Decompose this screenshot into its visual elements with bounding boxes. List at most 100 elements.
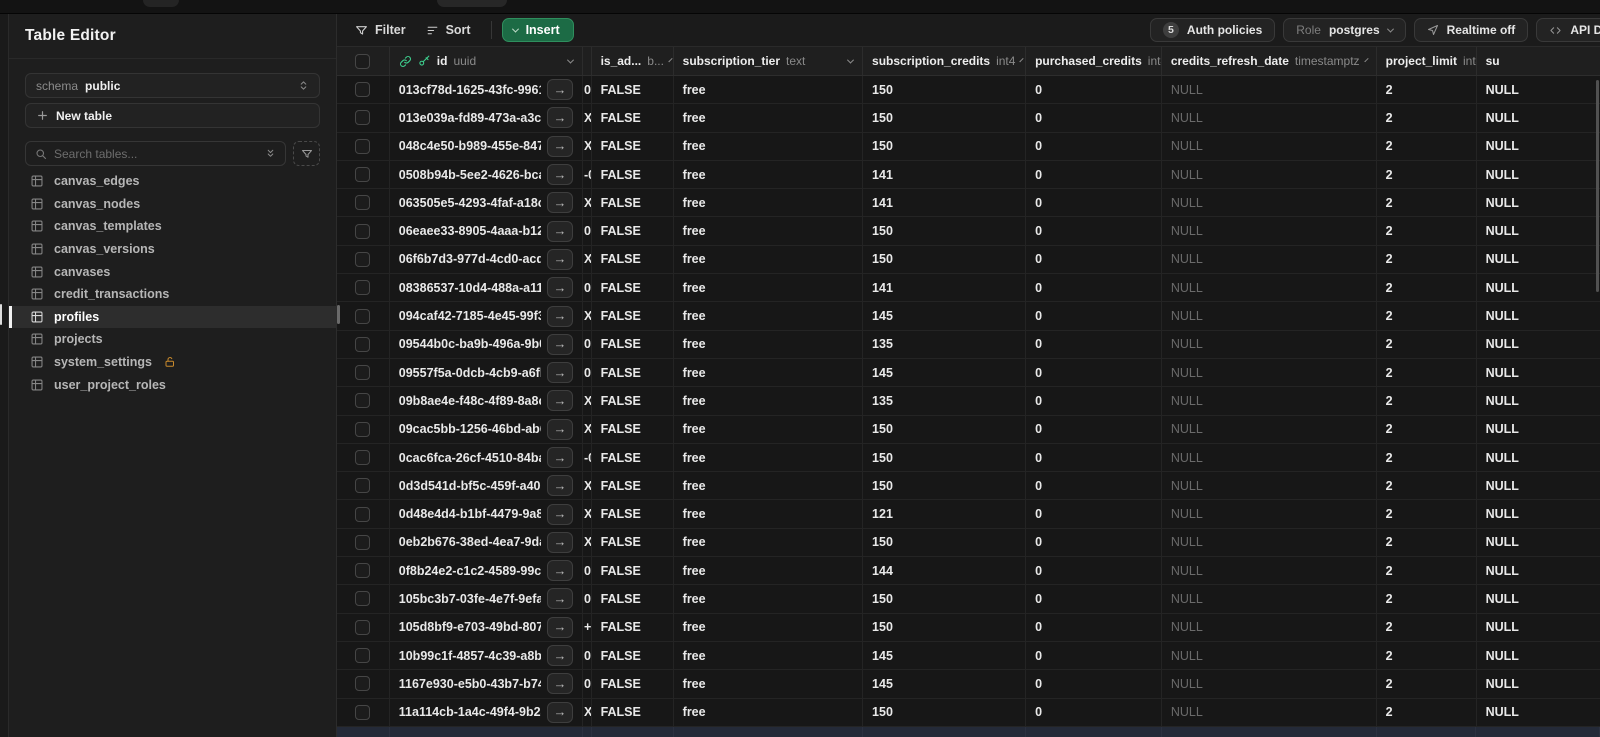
cell-project-limit[interactable]: 2 xyxy=(1377,557,1477,585)
cell-id[interactable]: 0508b94b-5ee2-4626-bca1-4bca... → xyxy=(390,160,583,189)
expand-row-button[interactable]: → xyxy=(546,616,573,638)
cell-id[interactable]: 08386537-10d4-488a-a11e-eb5a6... → xyxy=(390,274,583,302)
cell-clipped-extra[interactable]: NULL xyxy=(1477,614,1600,641)
sidebar-table-item[interactable]: canvas_nodes xyxy=(9,193,336,216)
cell-project-limit[interactable]: 2 xyxy=(1377,132,1477,160)
cell-project-limit[interactable]: 2 xyxy=(1377,274,1477,302)
cell-clipped-extra[interactable]: NULL xyxy=(1477,670,1600,697)
row-checkbox[interactable] xyxy=(355,676,371,692)
cell-subscription-tier[interactable]: free xyxy=(674,415,864,443)
cell-credits-refresh-date[interactable]: NULL xyxy=(1162,189,1377,217)
row-checkbox[interactable] xyxy=(355,251,371,267)
cell-subscription-tier[interactable]: free xyxy=(674,330,864,358)
cell-clipped-extra[interactable]: NULL xyxy=(1477,472,1600,499)
cell-credits-refresh-date[interactable]: NULL xyxy=(1162,472,1377,500)
column-header-credits-refresh-date[interactable]: credits_refresh_date timestamptz xyxy=(1162,47,1377,75)
cell-id[interactable]: 063505e5-4293-4faf-a18c-0e65b... → xyxy=(390,189,583,217)
cell-purchased-credits[interactable]: 0 xyxy=(1026,557,1162,585)
sidebar-table-item[interactable]: system_settings xyxy=(9,351,336,374)
cell-subscription-tier[interactable]: free xyxy=(674,670,864,698)
cell-subscription-tier[interactable]: free xyxy=(674,160,864,189)
cell-collapsed[interactable]: 0 xyxy=(583,641,592,670)
row-checkbox[interactable] xyxy=(355,336,371,352)
search-tables-input[interactable]: Search tables... xyxy=(25,141,286,166)
row-checkbox[interactable] xyxy=(355,704,371,720)
cell-id[interactable]: 09557f5a-0dcb-4cb9-a6fb-fff366... → xyxy=(390,358,583,387)
cell-purchased-credits[interactable]: 0 xyxy=(1026,358,1162,387)
chevron-down-icon[interactable] xyxy=(566,56,574,64)
cell-project-limit[interactable]: 2 xyxy=(1377,217,1477,245)
sidebar-table-item[interactable]: canvas_templates xyxy=(9,215,336,238)
cell-id[interactable]: 013cf78d-1625-43fc-9961-442189... → xyxy=(390,76,583,104)
cell-subscription-tier[interactable]: free xyxy=(674,217,864,245)
cell-is-admin[interactable]: FALSE xyxy=(592,472,674,500)
expand-row-button[interactable]: → xyxy=(546,645,573,667)
cell-clipped-extra[interactable]: NULL xyxy=(1477,331,1600,358)
cell-collapsed[interactable]: X xyxy=(583,528,592,557)
sidebar-table-item[interactable]: canvas_edges xyxy=(9,170,336,193)
cell-credits-refresh-date[interactable]: NULL xyxy=(1162,415,1377,443)
cell-id[interactable]: 094caf42-7185-4e45-99f3-14abee... → xyxy=(390,302,583,330)
cell-collapsed[interactable]: X xyxy=(583,189,592,217)
cell-is-admin[interactable]: FALSE xyxy=(592,104,674,132)
cell-project-limit[interactable]: 2 xyxy=(1377,330,1477,358)
cell-collapsed[interactable]: 0( xyxy=(583,557,592,585)
cell-id[interactable]: 11a114cb-1a4c-49f4-9b28-52219ec... → xyxy=(390,698,583,726)
sidebar-table-item[interactable]: canvases xyxy=(9,260,336,283)
row-checkbox[interactable] xyxy=(355,308,371,324)
expand-row-button[interactable]: → xyxy=(546,164,573,186)
cell-is-admin[interactable]: FALSE xyxy=(592,132,674,160)
cell-is-admin[interactable]: FALSE xyxy=(592,217,674,245)
cell-is-admin[interactable]: FALSE xyxy=(592,274,674,302)
cell-purchased-credits[interactable]: 0 xyxy=(1026,641,1162,670)
column-header-is-admin[interactable]: is_ad... b... xyxy=(592,47,674,75)
cell-collapsed[interactable]: 0 xyxy=(583,274,592,302)
cell-subscription-credits[interactable]: 150 xyxy=(863,613,1027,641)
row-checkbox[interactable] xyxy=(355,421,371,437)
cell-collapsed[interactable]: X xyxy=(583,472,592,500)
row-checkbox[interactable] xyxy=(355,619,371,635)
cell-collapsed[interactable]: X xyxy=(583,245,592,274)
cell-clipped-extra[interactable]: NULL xyxy=(1477,274,1600,301)
sidebar-table-item[interactable]: profiles xyxy=(9,305,336,329)
cell-subscription-tier[interactable]: free xyxy=(674,358,864,387)
cell-purchased-credits[interactable]: 0 xyxy=(1026,189,1162,217)
cell-id[interactable]: 09cac5bb-1256-46bd-ab60-64ed... → xyxy=(390,415,583,443)
cell-project-limit[interactable]: 2 xyxy=(1377,245,1477,274)
cell-purchased-credits[interactable]: 0 xyxy=(1026,330,1162,358)
expand-row-button[interactable]: → xyxy=(546,305,573,327)
cell-subscription-tier[interactable]: free xyxy=(674,585,864,613)
expand-row-button[interactable]: → xyxy=(546,362,573,384)
sidebar-table-item[interactable]: user_project_roles xyxy=(9,373,336,396)
cell-purchased-credits[interactable]: 0 xyxy=(1026,500,1162,528)
cell-credits-refresh-date[interactable]: NULL xyxy=(1162,358,1377,387)
cell-project-limit[interactable]: 2 xyxy=(1377,670,1477,698)
cell-is-admin[interactable]: FALSE xyxy=(592,76,674,104)
cell-id[interactable]: 10b99c1f-4857-4c39-a8b1-263b8... → xyxy=(390,641,583,670)
cell-clipped-extra[interactable]: NULL xyxy=(1477,161,1600,188)
cell-is-admin[interactable]: FALSE xyxy=(592,613,674,641)
expand-row-button[interactable]: → xyxy=(546,390,573,412)
cell-clipped-extra[interactable]: NULL xyxy=(1477,500,1600,527)
chevron-down-icon[interactable] xyxy=(1019,57,1025,62)
cell-subscription-tier[interactable]: free xyxy=(674,613,864,641)
cell-clipped-extra[interactable]: NULL xyxy=(1477,76,1600,103)
cell-purchased-credits[interactable]: 0 xyxy=(1026,585,1162,613)
cell-is-admin[interactable]: FALSE xyxy=(592,670,674,698)
api-docs-button[interactable]: API Docs xyxy=(1536,18,1600,42)
cell-clipped-extra[interactable]: NULL xyxy=(1477,585,1600,612)
sidebar-table-item[interactable]: projects xyxy=(9,328,336,351)
cell-collapsed[interactable]: 0( xyxy=(583,670,592,698)
cell-project-limit[interactable]: 2 xyxy=(1377,641,1477,670)
row-checkbox[interactable] xyxy=(355,280,371,296)
cell-id[interactable]: 105d8bf9-e703-49bd-807d-645e... → xyxy=(390,613,583,641)
cell-is-admin[interactable]: FALSE xyxy=(592,641,674,670)
cell-id[interactable]: 06f6b7d3-977d-4cd0-acd4-4a78... → xyxy=(390,245,583,274)
column-header-id[interactable]: id uuid xyxy=(390,47,583,75)
cell-subscription-tier[interactable]: free xyxy=(674,528,864,557)
cell-subscription-credits[interactable]: 150 xyxy=(863,217,1027,245)
cell-subscription-credits[interactable]: 141 xyxy=(863,189,1027,217)
cell-subscription-tier[interactable]: free xyxy=(674,274,864,302)
cell-id[interactable]: 105bc3b7-03fe-4e7f-9efa-21bb40... → xyxy=(390,585,583,613)
cell-is-admin[interactable]: FALSE xyxy=(592,245,674,274)
